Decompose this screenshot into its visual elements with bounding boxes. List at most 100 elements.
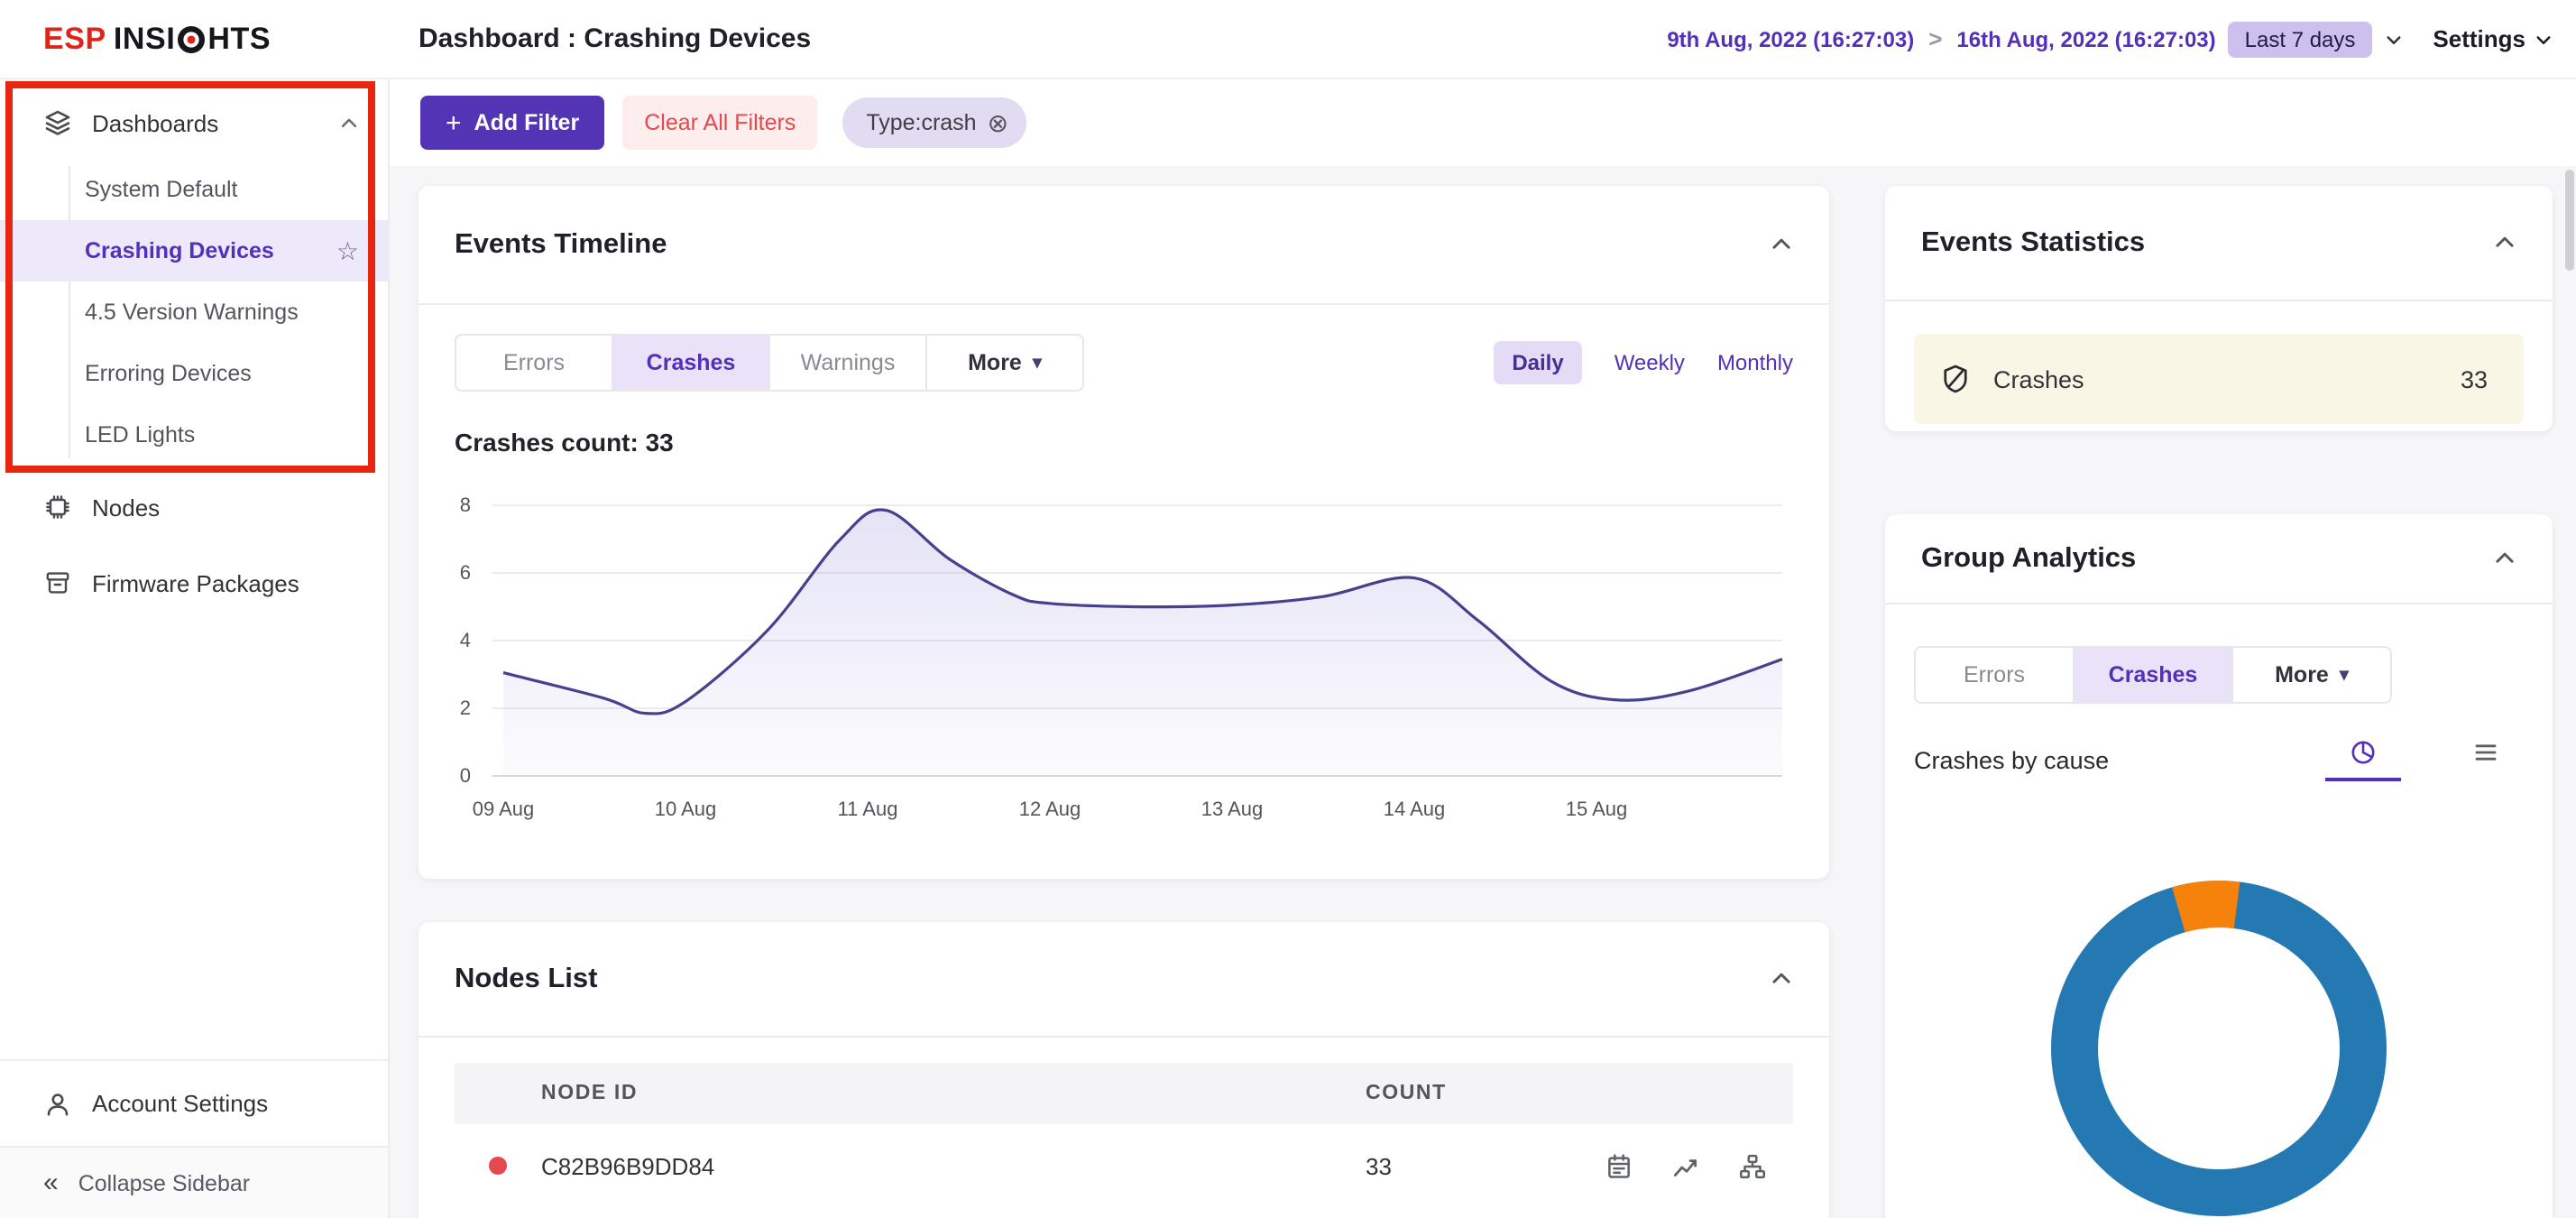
layers-icon — [43, 108, 72, 137]
svg-text:14 Aug: 14 Aug — [1384, 798, 1446, 820]
date-separator-icon: > — [1928, 25, 1942, 52]
sidebar-item-led-lights[interactable]: LED Lights — [0, 404, 388, 466]
star-icon[interactable]: ☆ — [336, 235, 359, 266]
collapse-icon: « — [43, 1169, 59, 1196]
app-logo: ESP INSI HTS — [0, 21, 390, 57]
tab-more[interactable]: More ▾ — [925, 334, 1084, 392]
collapse-card-chevron-up-icon[interactable] — [2493, 231, 2516, 254]
period-daily[interactable]: Daily — [1494, 341, 1581, 384]
topbar-right: 9th Aug, 2022 (16:27:03) > 16th Aug, 202… — [1667, 21, 2576, 57]
eye-logo-icon — [177, 24, 206, 53]
status-dot — [489, 1157, 507, 1175]
person-icon — [43, 1089, 72, 1118]
collapse-sidebar-label: Collapse Sidebar — [78, 1170, 250, 1195]
settings-chevron-down-icon — [2535, 30, 2553, 48]
sidebar-item-45-version-warnings[interactable]: 4.5 Version Warnings — [0, 281, 388, 343]
collapse-card-chevron-up-icon[interactable] — [1770, 967, 1793, 991]
clear-all-filters-button[interactable]: Clear All Filters — [622, 96, 817, 150]
svg-text:6: 6 — [460, 561, 471, 584]
chip-icon — [43, 493, 72, 521]
svg-text:10 Aug: 10 Aug — [655, 798, 717, 820]
logo-hts: HTS — [207, 21, 271, 57]
node-id-cell: C82B96B9DD84 — [541, 1152, 1366, 1179]
caret-down-icon: ▾ — [2340, 665, 2349, 685]
sidebar-item-system-default[interactable]: System Default — [0, 159, 388, 220]
collapse-card-chevron-up-icon[interactable] — [2493, 547, 2516, 570]
plus-icon: + — [446, 109, 462, 136]
package-icon — [43, 568, 72, 597]
add-filter-button[interactable]: + Add Filter — [420, 96, 604, 150]
events-timeline-card: Events Timeline Errors Crashes Warnings … — [419, 186, 1829, 879]
view-toggles — [2325, 738, 2524, 781]
column-count: COUNT — [1366, 1083, 1564, 1104]
scrollbar-thumb[interactable] — [2565, 170, 2574, 271]
tab-warnings[interactable]: Warnings — [768, 334, 927, 392]
svg-text:09 Aug: 09 Aug — [473, 798, 535, 820]
sidebar-item-account-settings[interactable]: Account Settings — [0, 1059, 388, 1146]
stat-value: 33 — [2461, 365, 2488, 392]
range-chevron-down-icon[interactable] — [2384, 30, 2402, 48]
sidebar-item-dashboards[interactable]: Dashboards — [0, 90, 388, 155]
date-from: 9th Aug, 2022 (16:27:03) — [1667, 26, 1914, 51]
events-statistics-card: Events Statistics Crashes 33 — [1885, 186, 2553, 431]
date-to: 16th Aug, 2022 (16:27:03) — [1956, 26, 2215, 51]
collapse-sidebar-button[interactable]: « Collapse Sidebar — [0, 1146, 388, 1218]
sidebar-item-nodes[interactable]: Nodes — [0, 476, 388, 538]
group-analytics-title: Group Analytics — [1921, 542, 2136, 575]
events-statistics-title: Events Statistics — [1921, 226, 2145, 259]
tab-more[interactable]: More ▾ — [2231, 646, 2392, 704]
events-statistics-header: Events Statistics — [1885, 186, 2553, 301]
topology-icon[interactable] — [1737, 1150, 1768, 1181]
trend-icon[interactable] — [1670, 1150, 1701, 1181]
crashes-by-cause-donut-chart — [2049, 879, 2388, 1218]
stat-label: Crashes — [1993, 365, 2084, 392]
column-node-id: NODE ID — [541, 1083, 1366, 1104]
remove-filter-icon[interactable]: ⊗ — [988, 110, 1008, 135]
svg-text:8: 8 — [460, 494, 471, 516]
filter-chip-type-crash[interactable]: Type:crash ⊗ — [842, 97, 1026, 148]
page-title: Dashboard : Crashing Devices — [419, 23, 811, 54]
sidebar-item-crashing-devices[interactable]: Crashing Devices ☆ — [0, 220, 388, 281]
svg-text:15 Aug: 15 Aug — [1566, 798, 1628, 820]
tab-crashes[interactable]: Crashes — [612, 334, 770, 392]
events-timeline-title: Events Timeline — [455, 228, 667, 261]
calendar-icon[interactable] — [1604, 1150, 1634, 1181]
timeline-chart: 0246809 Aug10 Aug11 Aug12 Aug13 Aug14 Au… — [433, 491, 1800, 837]
donut-view-icon[interactable] — [2325, 738, 2401, 781]
logo-esp: ESP — [43, 21, 106, 57]
account-settings-label: Account Settings — [92, 1090, 268, 1117]
caret-down-icon: ▾ — [1033, 353, 1042, 373]
sidebar-bottom: Account Settings « Collapse Sidebar — [0, 1059, 388, 1218]
group-analytics-card: Group Analytics Errors Crashes More ▾ Cr… — [1885, 514, 2553, 1218]
logo-insi: INSI — [114, 21, 176, 57]
nodes-list-header: Nodes List — [419, 922, 1829, 1038]
list-view-icon[interactable] — [2448, 738, 2524, 778]
table-header-row: NODE ID COUNT — [455, 1063, 1793, 1124]
svg-text:0: 0 — [460, 764, 471, 787]
sidebar-firmware-label: Firmware Packages — [92, 569, 299, 596]
nodes-list-title: Nodes List — [455, 963, 597, 995]
timeline-tabs: Errors Crashes Warnings More ▾ — [455, 334, 1084, 392]
sidebar-nodes-label: Nodes — [92, 494, 160, 521]
app-root: ESP INSI HTS Dashboard : Crashing Device… — [0, 0, 2576, 1218]
svg-text:13 Aug: 13 Aug — [1201, 798, 1264, 820]
chevron-up-icon[interactable] — [339, 113, 359, 133]
period-weekly[interactable]: Weekly — [1615, 350, 1685, 375]
sidebar-item-erroring-devices[interactable]: Erroring Devices — [0, 343, 388, 404]
date-range-badge[interactable]: Last 7 days — [2229, 21, 2372, 57]
period-monthly[interactable]: Monthly — [1717, 350, 1793, 375]
tab-errors[interactable]: Errors — [455, 334, 613, 392]
nodes-table: NODE ID COUNT C82B96B9DD84 33 — [419, 1038, 1829, 1207]
tab-errors[interactable]: Errors — [1914, 646, 2075, 704]
stat-row-crashes[interactable]: Crashes 33 — [1914, 334, 2524, 424]
settings-menu[interactable]: Settings — [2433, 25, 2553, 52]
group-analytics-header: Group Analytics — [1885, 514, 2553, 604]
filter-bar: + Add Filter Clear All Filters Type:cras… — [390, 79, 2576, 166]
tab-crashes[interactable]: Crashes — [2073, 646, 2233, 704]
top-bar: ESP INSI HTS Dashboard : Crashing Device… — [0, 0, 2576, 79]
sidebar-item-firmware-packages[interactable]: Firmware Packages — [0, 552, 388, 614]
sidebar-dashboards-label: Dashboards — [92, 109, 218, 136]
crashes-count-label: Crashes count: 33 — [455, 428, 674, 457]
collapse-card-chevron-up-icon[interactable] — [1770, 233, 1793, 256]
table-row[interactable]: C82B96B9DD84 33 — [455, 1124, 1793, 1207]
